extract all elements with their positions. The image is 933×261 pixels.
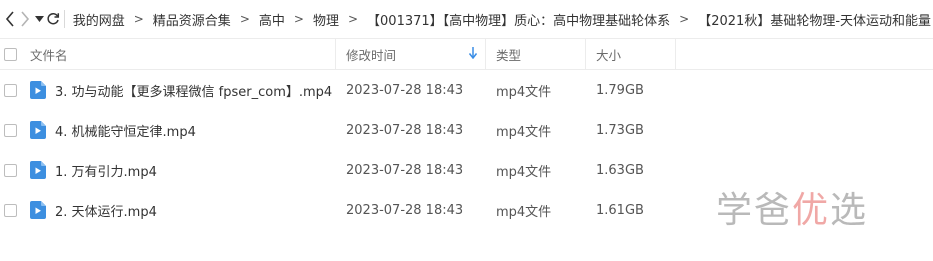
breadcrumb-item-resources[interactable]: 精品资源合集 (151, 10, 233, 29)
file-name: 1. 万有引力.mp4 (55, 164, 157, 180)
breadcrumb-separator-icon: > (293, 12, 304, 26)
column-header-name-label: 文件名 (30, 47, 68, 63)
file-name-cell[interactable]: 3. 功与动能【更多课程微信 fpser_com】.mp4 (20, 70, 336, 110)
file-name: 4. 机械能守恒定律.mp4 (55, 124, 196, 140)
breadcrumb-item-physics[interactable]: 物理 (311, 10, 341, 29)
select-all-checkbox[interactable] (3, 47, 17, 61)
breadcrumb-separator-icon: > (133, 12, 144, 26)
file-name-cell[interactable]: 1. 万有引力.mp4 (20, 150, 336, 190)
history-dropdown-button[interactable] (33, 0, 46, 38)
watermark-text-1: 学爸 (716, 190, 793, 231)
caret-down-icon (34, 16, 44, 22)
select-all-cell (0, 38, 20, 70)
table-row[interactable]: 4. 机械能守恒定律.mp4 2023-07-28 18:43 mp4文件 1.… (0, 110, 933, 150)
file-type: mp4文件 (496, 84, 552, 100)
table-header: 文件名 修改时间 类型 大小 (0, 38, 933, 70)
file-size-cell: 1.63GB (586, 150, 676, 190)
breadcrumb-item-course[interactable]: 【001371】【高中物理】质心：高中物理基础轮体系 (365, 10, 672, 29)
column-header-date[interactable]: 修改时间 (336, 38, 486, 70)
file-date-cell: 2023-07-28 18:43 (336, 190, 486, 230)
breadcrumb-item-high-school[interactable]: 高中 (257, 10, 287, 29)
watermark-accent-text: 优 (792, 190, 831, 231)
file-size: 1.79GB (596, 82, 644, 98)
column-header-type[interactable]: 类型 (486, 38, 586, 70)
refresh-button[interactable] (45, 0, 60, 38)
column-header-type-label: 类型 (496, 47, 522, 63)
column-header-size[interactable]: 大小 (586, 38, 676, 70)
column-header-size-label: 大小 (596, 47, 622, 63)
row-checkbox[interactable] (3, 203, 17, 217)
file-size-cell: 1.73GB (586, 110, 676, 150)
column-header-date-label: 修改时间 (346, 47, 397, 63)
video-file-icon (30, 161, 46, 179)
column-header-name[interactable]: 文件名 (20, 38, 336, 70)
file-date: 2023-07-28 18:43 (346, 82, 464, 98)
row-select-cell (0, 190, 20, 230)
file-size-cell: 1.61GB (586, 190, 676, 230)
table-row[interactable]: 3. 功与动能【更多课程微信 fpser_com】.mp4 2023-07-28… (0, 70, 933, 110)
row-select-cell (0, 150, 20, 190)
row-select-cell (0, 70, 20, 110)
breadcrumb: 我的网盘 > 精品资源合集 > 高中 > 物理 > 【001371】【高中物理】… (71, 10, 933, 29)
row-select-cell (0, 110, 20, 150)
file-type-cell: mp4文件 (486, 70, 586, 110)
file-date: 2023-07-28 18:43 (346, 122, 464, 138)
file-name-cell[interactable]: 4. 机械能守恒定律.mp4 (20, 110, 336, 150)
file-name: 3. 功与动能【更多课程微信 fpser_com】.mp4 (55, 84, 333, 100)
file-size: 1.61GB (596, 202, 644, 218)
file-date-cell: 2023-07-28 18:43 (336, 150, 486, 190)
chevron-right-icon (21, 11, 30, 27)
refresh-icon (47, 12, 59, 25)
file-name-cell[interactable]: 2. 天体运行.mp4 (20, 190, 336, 230)
breadcrumb-separator-icon: > (347, 12, 359, 26)
watermark-logo: 学爸优选 (716, 181, 868, 233)
file-date: 2023-07-28 18:43 (346, 202, 464, 218)
video-file-icon (30, 121, 46, 139)
file-size: 1.63GB (596, 162, 644, 178)
sort-down-arrow-icon (469, 47, 477, 59)
chevron-left-icon (6, 11, 15, 27)
file-type-cell: mp4文件 (486, 110, 586, 150)
back-button[interactable] (3, 0, 18, 38)
watermark-text-2: 选 (830, 190, 869, 231)
toolbar-divider (64, 10, 65, 28)
file-size: 1.73GB (596, 122, 644, 138)
breadcrumb-item-my-drive[interactable]: 我的网盘 (71, 10, 127, 29)
file-type: mp4文件 (496, 124, 552, 140)
breadcrumb-item-current-folder[interactable]: 【2021秋】基础轮物理-天体运动和能量 (696, 10, 933, 29)
forward-button[interactable] (18, 0, 33, 38)
file-date: 2023-07-28 18:43 (346, 162, 464, 178)
file-date-cell: 2023-07-28 18:43 (336, 110, 486, 150)
file-size-cell: 1.79GB (586, 70, 676, 110)
row-checkbox[interactable] (3, 123, 17, 137)
breadcrumb-separator-icon: > (239, 12, 250, 26)
row-checkbox[interactable] (3, 83, 17, 97)
file-type: mp4文件 (496, 164, 552, 180)
file-type: mp4文件 (496, 204, 552, 220)
breadcrumb-separator-icon: > (679, 12, 690, 26)
file-date-cell: 2023-07-28 18:43 (336, 70, 486, 110)
file-type-cell: mp4文件 (486, 190, 586, 230)
video-file-icon (30, 201, 46, 219)
toolbar: 我的网盘 > 精品资源合集 > 高中 > 物理 > 【001371】【高中物理】… (0, 0, 933, 38)
row-checkbox[interactable] (3, 163, 17, 177)
file-name: 2. 天体运行.mp4 (55, 204, 157, 220)
file-type-cell: mp4文件 (486, 150, 586, 190)
video-file-icon (30, 81, 46, 99)
